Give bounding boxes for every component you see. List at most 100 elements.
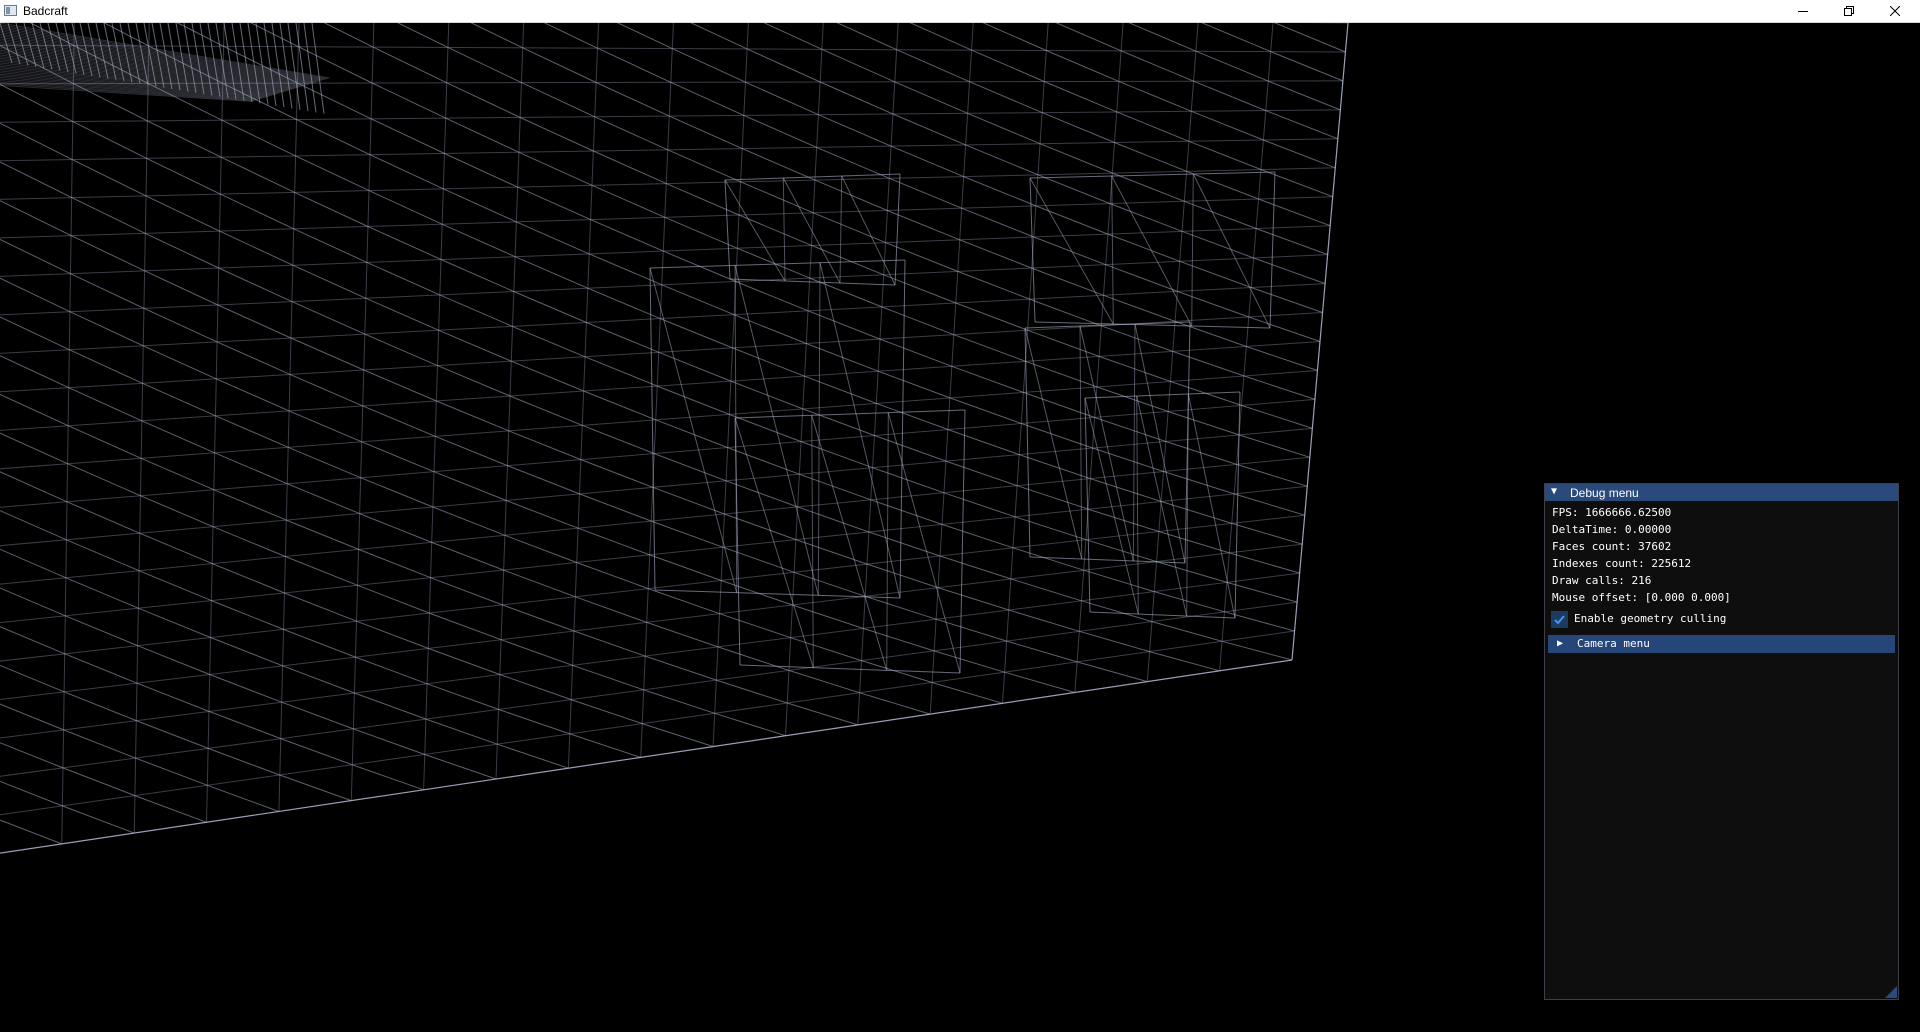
wireframe-edge xyxy=(1044,81,1117,113)
wireframe-edge xyxy=(507,465,580,495)
wireframe-edge xyxy=(357,584,430,614)
wireframe-edge xyxy=(1251,287,1323,313)
wireframe-edge xyxy=(220,156,295,193)
wireframe-edge xyxy=(70,273,145,309)
wireframe-edge xyxy=(444,153,518,188)
debug-menu-header[interactable]: ▼ Debug menu xyxy=(1545,484,1898,501)
wireframe-edge xyxy=(878,370,951,399)
wireframe-edge xyxy=(587,287,661,320)
wireframe-edge xyxy=(1084,397,1139,615)
wireframe-edge xyxy=(712,23,749,747)
wireframe-edge xyxy=(722,546,795,573)
wireframe-edge xyxy=(1118,80,1192,112)
wireframe-edge xyxy=(1163,471,1235,495)
wireframe-edge xyxy=(0,277,71,313)
wireframe-edge xyxy=(0,254,1328,316)
wireframe-edge xyxy=(1023,391,1095,418)
restore-icon xyxy=(1844,6,1854,16)
wireframe-edge xyxy=(292,264,367,299)
wireframe-edge xyxy=(1179,260,1252,288)
wireframe-edge xyxy=(572,664,644,691)
wireframe-edge xyxy=(579,493,652,522)
wireframe-edge xyxy=(66,539,140,572)
wireframe-edge xyxy=(1191,173,1194,327)
wireframe-edge xyxy=(937,587,1009,611)
wireframe-edge xyxy=(1109,203,1183,232)
wireframe-edge xyxy=(1055,23,1122,52)
wireframe-edge xyxy=(582,424,655,455)
wireframe-edge xyxy=(64,653,138,684)
wireframe-edge xyxy=(1188,140,1262,170)
wireframe-edge xyxy=(0,780,63,807)
wireframe-edge xyxy=(136,682,210,712)
wireframe-edge xyxy=(890,145,964,178)
wireframe-edge xyxy=(287,483,360,515)
wireframe-edge xyxy=(892,113,966,146)
wireframe-edge xyxy=(1014,516,1087,541)
wireframe-edge xyxy=(63,729,136,759)
wireframe-edge xyxy=(589,253,662,286)
wireframe-edge xyxy=(0,167,1336,200)
wireframe-edge xyxy=(136,720,209,749)
wireframe-edge xyxy=(512,325,586,358)
resize-grip-icon[interactable] xyxy=(1885,986,1897,998)
wireframe-edge xyxy=(1246,346,1318,371)
collapse-arrow-icon[interactable]: ▼ xyxy=(1551,486,1557,498)
wireframe-edge xyxy=(813,212,886,244)
close-button[interactable] xyxy=(1872,0,1918,22)
minimize-button[interactable] xyxy=(1780,0,1826,22)
checkmark-icon xyxy=(1554,614,1565,624)
wireframe-edge xyxy=(0,393,69,427)
wireframe-edge xyxy=(360,477,434,508)
restore-button[interactable] xyxy=(1826,0,1872,22)
wireframe-edge xyxy=(839,175,843,284)
geometry-culling-row[interactable]: Enable geometry culling xyxy=(1551,610,1726,628)
wireframe-edge xyxy=(290,337,365,371)
wireframe-edge xyxy=(141,420,215,454)
expand-arrow-icon[interactable]: ▶ xyxy=(1557,637,1563,650)
wireframe-edge xyxy=(1248,316,1321,342)
wireframe-edge xyxy=(1008,609,1080,632)
wireframe-edge xyxy=(1101,325,1173,352)
wireframe-edge xyxy=(1174,320,1247,347)
wireframe-edge xyxy=(145,232,219,269)
wireframe-edge xyxy=(790,637,862,662)
wireframe-edge xyxy=(595,82,670,117)
wireframe-edge xyxy=(519,117,594,152)
wireframe-edge xyxy=(212,526,286,557)
wireframe-edge xyxy=(208,710,281,740)
camera-menu-header[interactable]: ▶ Camera menu xyxy=(1548,635,1895,653)
wireframe-edge xyxy=(1201,23,1271,53)
wireframe-edge xyxy=(0,427,1313,547)
geometry-culling-checkbox[interactable] xyxy=(1551,610,1568,628)
wireframe-edge xyxy=(865,595,937,620)
wireframe-edge xyxy=(353,728,425,755)
wireframe-edge xyxy=(894,81,968,114)
wireframe-edge xyxy=(1165,441,1237,465)
wireframe-edge xyxy=(742,148,816,181)
debug-menu-window[interactable]: ▼ Debug menu FPS: 1666666.62500 DeltaTim… xyxy=(1544,483,1899,1000)
wireframe-edge xyxy=(745,81,819,116)
wireframe-edge xyxy=(1079,630,1150,653)
wireframe-edge xyxy=(881,306,954,336)
wireframe-edge xyxy=(495,23,525,780)
wireframe-edge xyxy=(1006,640,1078,663)
wireframe-edge xyxy=(0,819,62,845)
wireframe-edge xyxy=(716,679,788,704)
wireframe-edge xyxy=(1269,171,1276,329)
wireframe-edge xyxy=(1076,661,1148,683)
debug-menu-title: Debug menu xyxy=(1570,486,1639,500)
wireframe-edge xyxy=(358,548,431,579)
title-bar[interactable]: Badcraft xyxy=(0,0,1920,23)
wireframe-edge xyxy=(436,400,509,432)
wireframe-edge xyxy=(1033,236,1106,266)
wireframe-edge xyxy=(68,387,143,422)
wireframe-edge xyxy=(909,23,972,51)
wireframe-edge xyxy=(134,795,207,823)
wireframe-edge xyxy=(1039,143,1113,174)
wireframe-edge xyxy=(730,380,803,410)
wireframe-edge xyxy=(0,316,70,351)
wireframe-edge xyxy=(361,441,435,473)
wireframe-edge xyxy=(0,312,1323,393)
wireframe-edge xyxy=(965,144,1039,176)
